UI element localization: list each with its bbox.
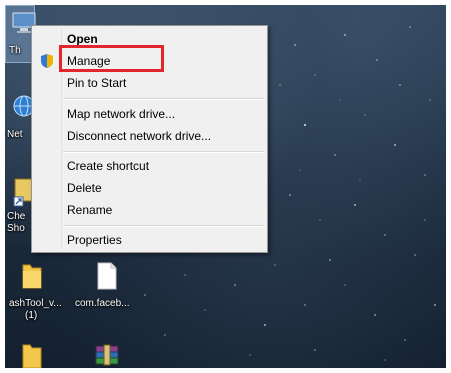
desktop-icon-label: Net bbox=[7, 129, 23, 140]
menu-item-manage[interactable]: Manage bbox=[32, 50, 267, 72]
shield-icon bbox=[39, 53, 55, 69]
context-menu: Open Manage Pin to Start Map network dri… bbox=[31, 25, 268, 253]
menu-item-label: Pin to Start bbox=[67, 76, 127, 90]
menu-separator bbox=[63, 151, 264, 153]
menu-item-delete[interactable]: Delete bbox=[32, 177, 267, 199]
menu-item-properties[interactable]: Properties bbox=[32, 229, 267, 251]
menu-item-label: Manage bbox=[67, 54, 111, 68]
folder-icon[interactable] bbox=[21, 341, 43, 368]
archive-icon[interactable] bbox=[93, 343, 121, 368]
desktop-icon-label: com.faceb... bbox=[75, 298, 130, 309]
menu-separator bbox=[63, 98, 264, 100]
menu-item-label: Rename bbox=[67, 203, 113, 217]
menu-item-label: Open bbox=[67, 32, 98, 46]
menu-item-label: Map network drive... bbox=[67, 107, 176, 121]
desktop-icon-label: Che bbox=[7, 211, 26, 222]
desktop-icon-label: Sho bbox=[7, 223, 25, 234]
desktop-icon-label: (1) bbox=[25, 310, 38, 321]
menu-item-open[interactable]: Open bbox=[32, 28, 267, 50]
menu-item-create-shortcut[interactable]: Create shortcut bbox=[32, 155, 267, 177]
menu-item-label: Disconnect network drive... bbox=[67, 129, 212, 143]
menu-item-pin-to-start[interactable]: Pin to Start bbox=[32, 72, 267, 94]
desktop-icon-label: ashTool_v... bbox=[9, 298, 62, 309]
menu-item-label: Properties bbox=[67, 233, 122, 247]
menu-separator bbox=[63, 225, 264, 227]
folder-icon[interactable] bbox=[21, 261, 43, 291]
desktop[interactable]: Th Net Che Sho ashTool_v... (1) com.face… bbox=[5, 5, 446, 368]
menu-item-label: Create shortcut bbox=[67, 159, 150, 173]
desktop-icon-label: Th bbox=[9, 45, 21, 56]
menu-item-rename[interactable]: Rename bbox=[32, 199, 267, 221]
menu-item-label: Delete bbox=[67, 181, 102, 195]
menu-item-map-network-drive[interactable]: Map network drive... bbox=[32, 103, 267, 125]
menu-item-disconnect-network-drive[interactable]: Disconnect network drive... bbox=[32, 125, 267, 147]
file-icon[interactable] bbox=[95, 261, 119, 291]
